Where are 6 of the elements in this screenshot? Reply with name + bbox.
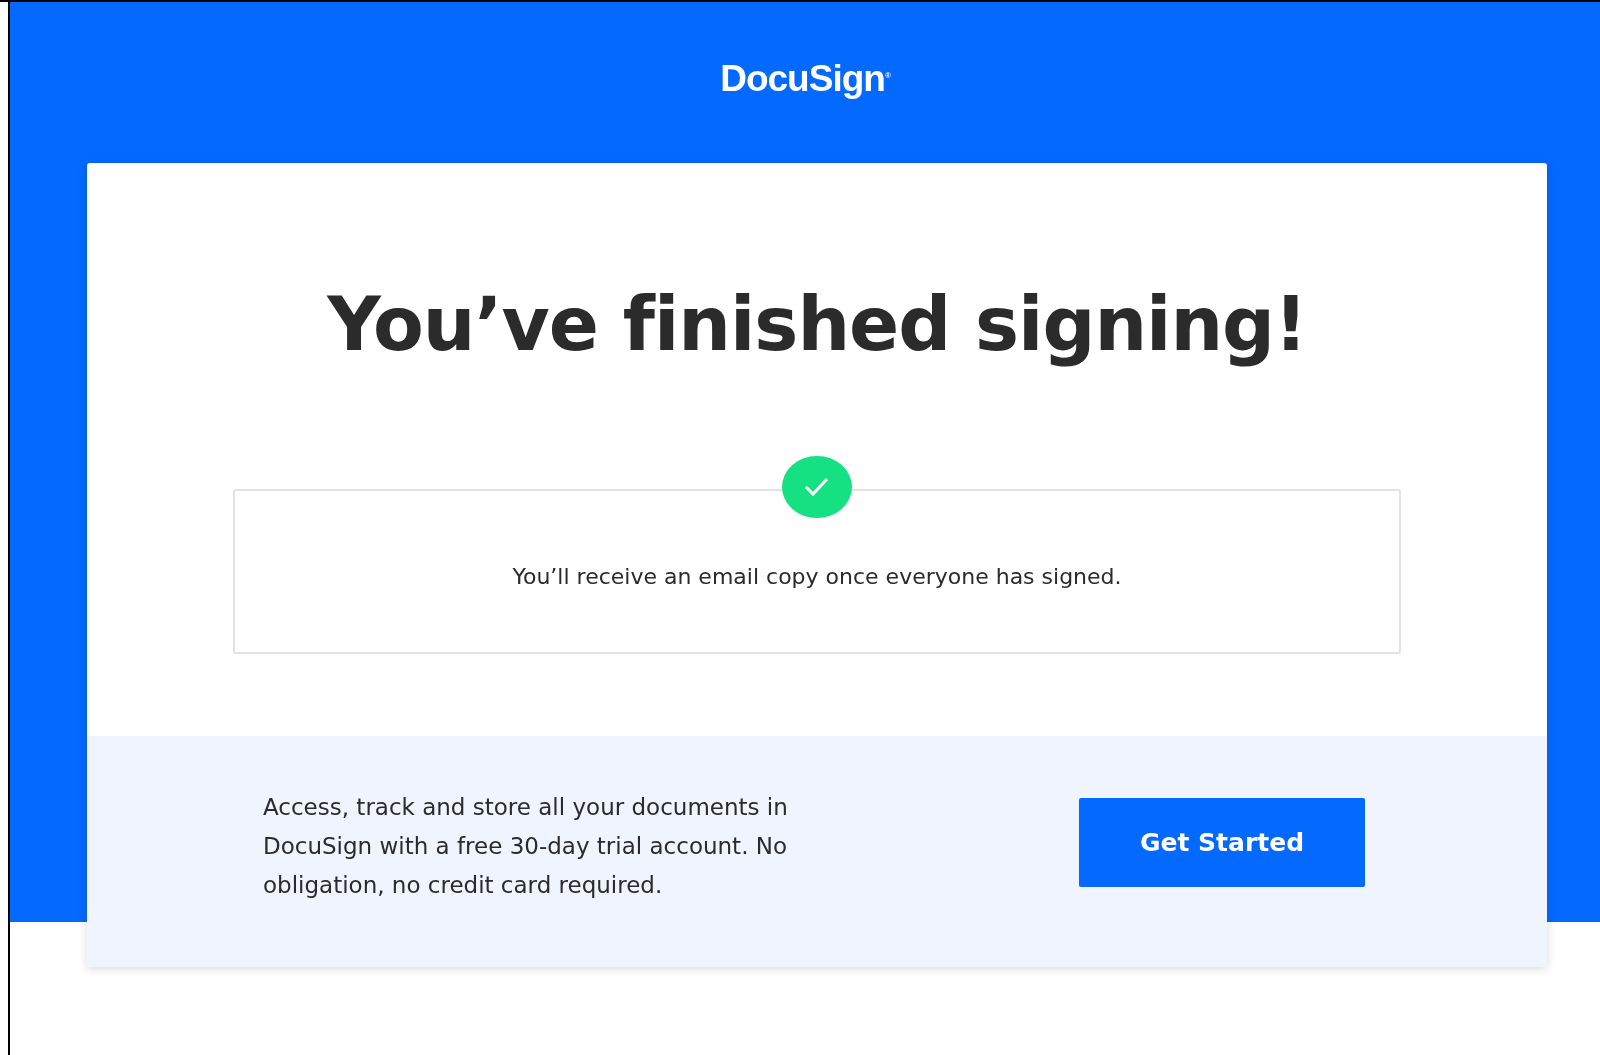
promo-text: Access, track and store all your documents in DocuSign with a free 30-day trial account. No obligation, no credit card required. [263,792,789,900]
page-title: You’ve finished signing! [326,280,1308,369]
logo: DocuSign$^{®}$ [719,58,892,101]
checkmark-icon [782,455,852,518]
get-started-button[interactable]: Get Started [1079,797,1365,887]
confirmation-message: You’ll receive an email copy once everyone has signed. [512,563,1122,589]
